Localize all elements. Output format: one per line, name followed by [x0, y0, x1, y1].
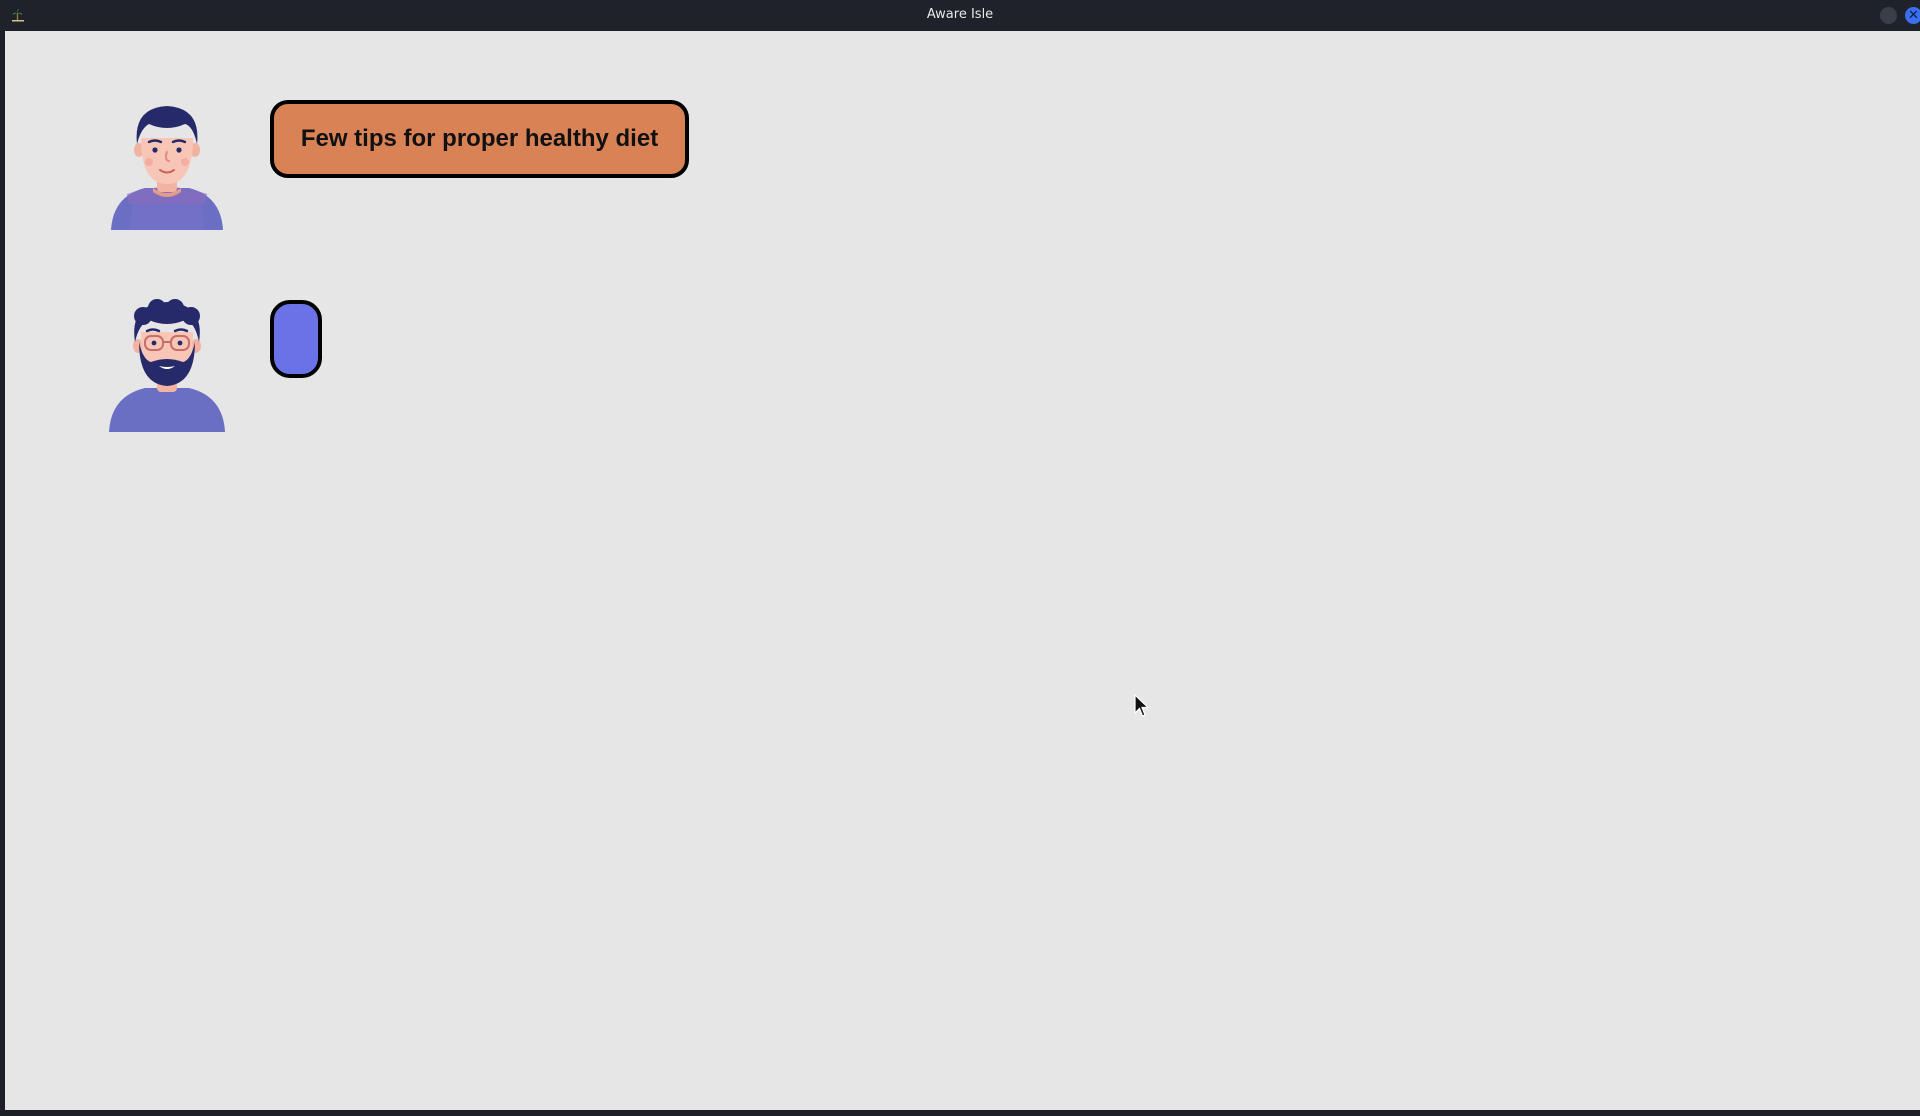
- window-title: Aware Isle: [926, 7, 994, 22]
- close-icon: ✕: [1908, 8, 1919, 23]
- close-button[interactable]: ✕: [1905, 7, 1920, 24]
- bearded-man-glasses-avatar-icon: [109, 299, 225, 432]
- mouse-cursor-icon: [1134, 694, 1150, 717]
- message-bubble: Few tips for proper healthy diet: [270, 100, 689, 178]
- message-text: Few tips for proper healthy diet: [300, 125, 659, 152]
- window-bottom-border: [0, 1110, 1920, 1116]
- minimize-button[interactable]: [1880, 7, 1897, 24]
- app-window: Aware Isle ✕ Few tips for proper healthy…: [0, 0, 1920, 1116]
- chat-area: [5, 31, 1920, 1110]
- title-bar[interactable]: Aware Isle ✕: [0, 0, 1920, 31]
- man-avatar-icon: [111, 106, 223, 230]
- message-bubble-empty: [270, 300, 322, 378]
